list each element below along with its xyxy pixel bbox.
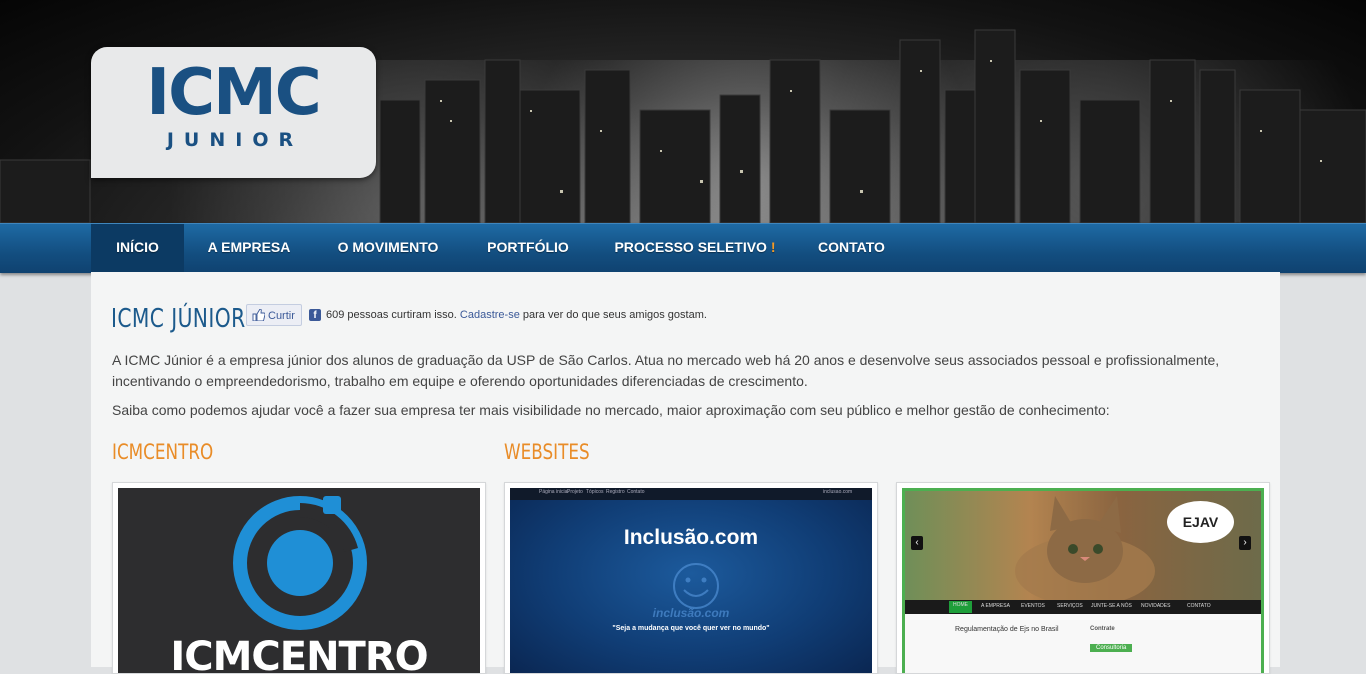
- ejav-logo: EJAV: [1167, 501, 1234, 543]
- nav-item-a-empresa[interactable]: A EMPRESA: [193, 224, 305, 273]
- inclusao-nav-item: Página inicial: [539, 489, 569, 495]
- inclusao-nav-bar: Página inicial Projeto Tópicos Registro …: [510, 488, 872, 500]
- main-content: ICMC JÚNIOR Curtir f 609 pessoas curtira…: [91, 272, 1280, 674]
- portfolio-card-ejav[interactable]: ‹ › EJAV HOME A EMPRESA EVENTOS SERVIÇOS…: [896, 482, 1270, 674]
- portfolio-card-icmcentro[interactable]: ICMCENTRO: [112, 482, 486, 674]
- ejav-nav-item: HOME: [949, 601, 972, 613]
- like-button-label: Curtir: [268, 310, 295, 322]
- like-suffix: para ver do que seus amigos gostam.: [522, 309, 707, 321]
- nav-item-processo-seletivo[interactable]: PROCESSO SELETIVO !: [605, 224, 785, 273]
- portfolio-card-inclusao[interactable]: Página inicial Projeto Tópicos Registro …: [504, 482, 878, 674]
- like-count-text: 609 pessoas curtiram isso. Cadastre-se p…: [326, 309, 707, 321]
- icmcentro-logo-icon: [233, 496, 367, 630]
- ejav-body: Regulamentação de Ejs no Brasil Contrate…: [902, 614, 1264, 673]
- section-title-icmcentro: ICMCENTRO: [112, 440, 214, 464]
- nav-item-contato[interactable]: CONTATO: [803, 224, 900, 273]
- inclusao-domain: inclusao.com: [823, 489, 853, 495]
- ejav-nav-item: CONTATO: [1187, 603, 1211, 609]
- section-title-websites: WEBSITES: [504, 440, 590, 464]
- logo-subtitle: JUNIOR: [166, 129, 304, 151]
- ejav-nav-item: EVENTOS: [1021, 603, 1045, 609]
- inclusao-nav-item: Registro: [606, 489, 625, 495]
- facebook-like-button[interactable]: Curtir: [246, 304, 302, 326]
- thumbs-up-icon: [252, 309, 265, 321]
- nav-item-inicio[interactable]: INÍCIO: [91, 224, 184, 273]
- ejav-sidebar-item: Consultoria: [1090, 644, 1133, 652]
- ejav-nav-item: JUNTE-SE A NÓS: [1091, 603, 1132, 609]
- logo[interactable]: ICMC JUNIOR: [91, 47, 376, 178]
- inclusao-title: Inclusão.com: [623, 526, 759, 549]
- ejav-nav-item: A EMPRESA: [981, 603, 1010, 609]
- ejav-nav-bar: HOME A EMPRESA EVENTOS SERVIÇOS JUNTE-SE…: [902, 600, 1264, 614]
- inclusao-thumbnail: Página inicial Projeto Tópicos Registro …: [510, 488, 872, 673]
- ejav-banner-image: ‹ › EJAV: [902, 488, 1264, 603]
- page-title: ICMC JÚNIOR: [111, 304, 246, 334]
- intro-paragraph: A ICMC Júnior é a empresa júnior dos alu…: [112, 352, 1220, 389]
- inclusao-nav-item: Contato: [627, 489, 645, 495]
- carousel-prev-icon[interactable]: ‹: [911, 536, 923, 550]
- icmcentro-thumbnail: ICMCENTRO: [118, 488, 480, 674]
- ejav-thumbnail: ‹ › EJAV HOME A EMPRESA EVENTOS SERVIÇOS…: [902, 488, 1264, 673]
- inclusao-nav-item: Projeto: [567, 489, 583, 495]
- inclusao-nav-item: Tópicos: [586, 489, 604, 495]
- nav-item-o-movimento[interactable]: O MOVIMENTO: [322, 224, 454, 273]
- nav-item-label: PROCESSO SELETIVO: [614, 239, 767, 255]
- header-banner: ICMC JUNIOR: [0, 0, 1366, 223]
- nav-item-highlight: !: [770, 239, 776, 255]
- nav-item-portfolio[interactable]: PORTFÓLIO: [472, 224, 584, 273]
- like-count: 609 pessoas curtiram isso.: [326, 309, 457, 321]
- signup-link[interactable]: Cadastre-se: [460, 309, 520, 321]
- inclusao-logo-text: inclusão.com: [652, 606, 730, 620]
- facebook-icon: f: [309, 309, 321, 321]
- ejav-nav-item: SERVIÇOS: [1057, 603, 1083, 609]
- inclusao-quote: "Seja a mudança que você quer ver no mun…: [612, 625, 770, 632]
- cta-paragraph: Saiba como podemos ajudar você a fazer s…: [112, 402, 1110, 418]
- icmcentro-wordmark: ICMCENTRO: [170, 634, 428, 674]
- carousel-next-icon[interactable]: ›: [1239, 536, 1251, 550]
- ejav-news-heading: Regulamentação de Ejs no Brasil: [955, 626, 1059, 633]
- ejav-sidebar-heading: Contrate: [1090, 626, 1115, 632]
- main-nav: INÍCIO A EMPRESA O MOVIMENTO PORTFÓLIO P…: [0, 223, 1366, 273]
- ejav-nav-item: NOVIDADES: [1141, 603, 1171, 609]
- logo-wordmark: ICMC: [146, 56, 321, 130]
